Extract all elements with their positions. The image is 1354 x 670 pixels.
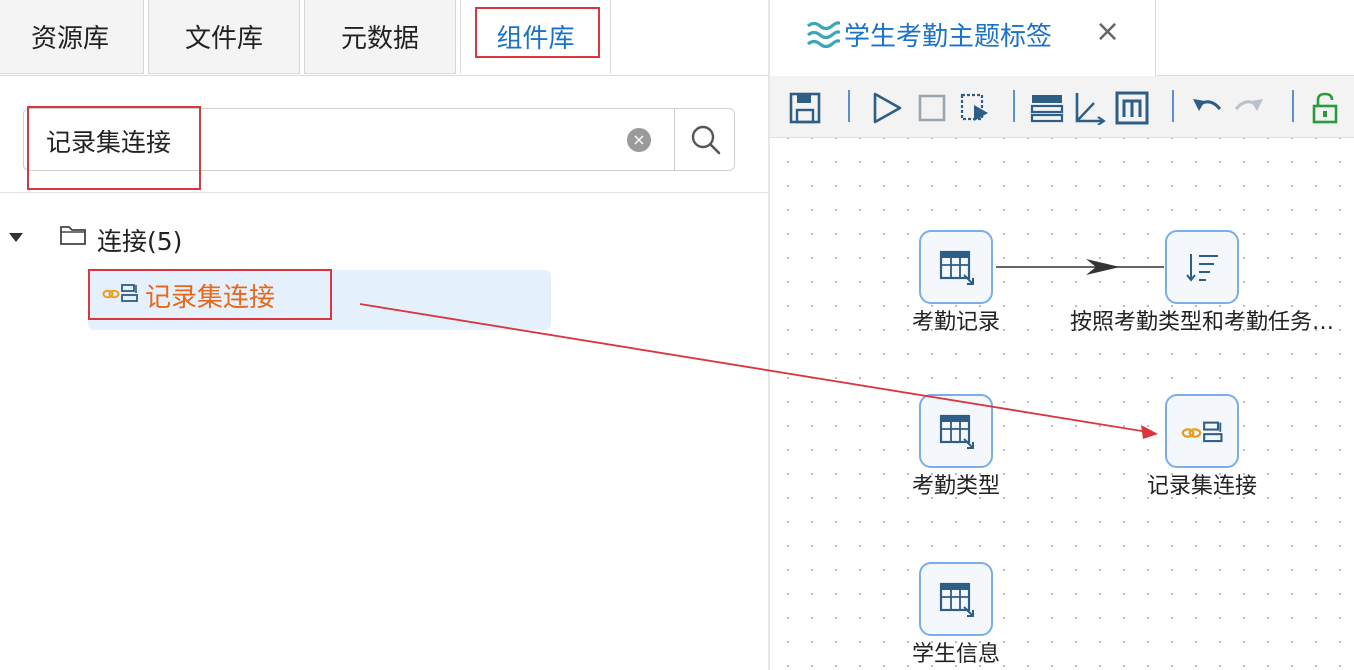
editor-tab-title: 学生考勤主题标签: [844, 22, 1053, 52]
editor-tab-bar: 学生考勤主题标签 ×: [770, 0, 1354, 76]
folder-icon: [60, 226, 86, 245]
table-input-icon: [939, 414, 974, 449]
node-label: 学生信息: [911, 642, 1000, 667]
toolbar-separator: [1292, 90, 1294, 122]
align-icon[interactable]: [1072, 91, 1106, 125]
node-attendance-records[interactable]: [919, 230, 993, 304]
toolbar-separator: [1172, 90, 1174, 122]
left-panel: 资源库 文件库 元数据 组件库 × 连接(5): [0, 0, 768, 670]
node-sort-rows[interactable]: [1165, 230, 1239, 304]
table-input-icon: [939, 582, 974, 617]
search-input[interactable]: [44, 117, 608, 164]
node-student-info[interactable]: [919, 562, 993, 636]
tab-label: 组件库: [496, 24, 575, 54]
layout-icon[interactable]: [1030, 91, 1064, 125]
save-icon[interactable]: [788, 91, 822, 125]
node-label: 考勤记录: [911, 310, 1000, 335]
toolbar-separator: [848, 90, 850, 122]
tree-item-merge-join[interactable]: 记录集连接: [88, 270, 551, 330]
merge-join-icon: [102, 284, 138, 302]
undo-icon[interactable]: [1190, 91, 1224, 125]
search-button[interactable]: [674, 109, 736, 170]
stop-icon[interactable]: [915, 91, 949, 125]
clear-search-icon[interactable]: ×: [627, 128, 651, 152]
run-icon[interactable]: [870, 91, 904, 125]
editor-tab[interactable]: 学生考勤主题标签 ×: [770, 0, 1156, 76]
search-icon: [691, 125, 720, 154]
tab-label: 元数据: [340, 24, 419, 54]
editor-panel: 学生考勤主题标签 × 考勤记录 按照考勤类型和考勤任务… 考勤类型 记录集连接 …: [770, 0, 1354, 670]
search-box: ×: [23, 108, 735, 171]
preview-icon[interactable]: [958, 91, 992, 125]
unlock-icon[interactable]: [1308, 91, 1342, 125]
hop-connector[interactable]: [770, 138, 1354, 670]
transformation-icon: [806, 21, 840, 49]
redo-icon[interactable]: [1232, 91, 1266, 125]
tab-label: 资源库: [30, 24, 109, 54]
toolbar-separator: [1013, 90, 1015, 122]
metrics-icon[interactable]: [1115, 91, 1149, 125]
close-tab-icon[interactable]: ×: [1095, 14, 1120, 49]
merge-join-icon: [1181, 421, 1223, 443]
tab-component-library[interactable]: 组件库: [460, 0, 611, 74]
node-label: 按照考勤类型和考勤任务…: [1069, 310, 1334, 335]
sort-icon: [1186, 254, 1218, 282]
library-tab-strip: 资源库 文件库 元数据 组件库: [0, 0, 768, 76]
node-label: 记录集连接: [1146, 474, 1257, 499]
tab-file-library[interactable]: 文件库: [148, 0, 300, 74]
tab-label: 文件库: [184, 24, 263, 54]
expand-caret-icon[interactable]: [9, 233, 23, 242]
table-input-icon: [939, 250, 974, 285]
editor-toolbar: [770, 76, 1354, 138]
tab-metadata[interactable]: 元数据: [304, 0, 456, 74]
tree-folder-label[interactable]: 连接(5): [97, 222, 182, 258]
design-canvas[interactable]: 考勤记录 按照考勤类型和考勤任务… 考勤类型 记录集连接 学生信息: [770, 138, 1354, 670]
node-attendance-type[interactable]: [919, 394, 993, 468]
divider: [0, 192, 768, 193]
node-label: 考勤类型: [911, 474, 1000, 499]
tree-item-label: 记录集连接: [145, 283, 276, 313]
node-merge-join[interactable]: [1165, 394, 1239, 468]
tab-resource-library[interactable]: 资源库: [0, 0, 144, 74]
